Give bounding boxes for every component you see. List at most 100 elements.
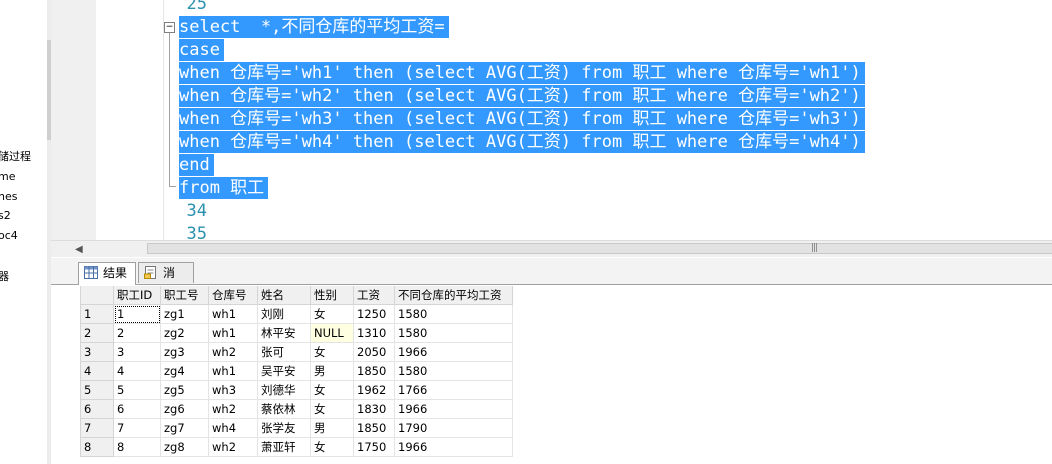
grid-cell[interactable]: 1850 bbox=[353, 418, 395, 438]
grid-cell[interactable]: wh1 bbox=[208, 304, 258, 324]
grid-cell[interactable]: zg7 bbox=[160, 418, 209, 438]
explorer-item-me[interactable]: me bbox=[0, 170, 15, 183]
grid-cell[interactable]: 1966 bbox=[394, 399, 513, 419]
column-header[interactable]: 职工ID bbox=[113, 286, 161, 305]
grid-cell[interactable]: 1790 bbox=[394, 418, 513, 438]
grid-cell[interactable]: 1580 bbox=[394, 323, 513, 343]
grid-cell[interactable]: zg2 bbox=[160, 323, 209, 343]
grid-cell[interactable]: zg5 bbox=[160, 380, 209, 400]
grid-cell[interactable]: 刘德华 bbox=[257, 380, 311, 400]
grid-cell[interactable]: 1962 bbox=[353, 380, 395, 400]
explorer-item-triggers[interactable]: 器 bbox=[0, 268, 9, 284]
grid-cell[interactable]: 1250 bbox=[353, 304, 395, 324]
grid-cell[interactable]: 1966 bbox=[394, 437, 513, 457]
explorer-item-oc4[interactable]: oc4 bbox=[0, 229, 18, 242]
code-line-28[interactable]: when 仓库号='wh1' then (select AVG(工资) from… bbox=[179, 62, 865, 84]
grid-cell[interactable]: 1750 bbox=[353, 437, 395, 457]
grid-cell[interactable]: 张可 bbox=[257, 342, 311, 362]
table-row[interactable]: 7 7 zg7 wh4 张学友 男 1850 1790 bbox=[80, 418, 513, 438]
grid-cell[interactable]: 林平安 bbox=[257, 323, 311, 343]
grid-cell[interactable]: 蔡依林 bbox=[257, 399, 311, 419]
explorer-item-nes[interactable]: nes bbox=[0, 190, 17, 203]
scrollbar-thumb[interactable] bbox=[147, 243, 1052, 254]
row-number[interactable]: 6 bbox=[80, 399, 114, 419]
row-number[interactable]: 4 bbox=[80, 361, 114, 381]
grid-cell[interactable]: 5 bbox=[113, 380, 161, 400]
row-number[interactable]: 3 bbox=[80, 342, 114, 362]
grid-cell[interactable]: wh4 bbox=[208, 418, 258, 438]
tab-messages[interactable]: 消息 bbox=[138, 262, 194, 300]
grid-cell[interactable]: 刘刚 bbox=[257, 304, 311, 324]
grid-cell[interactable]: 吴平安 bbox=[257, 361, 311, 381]
table-row[interactable]: 6 6 zg6 wh2 蔡依林 女 1830 1966 bbox=[80, 399, 513, 419]
grid-cell[interactable]: 1 bbox=[113, 304, 161, 324]
grid-cell[interactable]: 1766 bbox=[394, 380, 513, 400]
column-header[interactable]: 职工号 bbox=[160, 286, 209, 305]
grid-cell[interactable]: zg8 bbox=[160, 437, 209, 457]
row-number[interactable]: 2 bbox=[80, 323, 114, 343]
grid-cell[interactable]: 1310 bbox=[353, 323, 395, 343]
grid-cell[interactable]: 7 bbox=[113, 418, 161, 438]
code-line-31[interactable]: when 仓库号='wh4' then (select AVG(工资) from… bbox=[179, 131, 865, 153]
grid-cell[interactable]: wh1 bbox=[208, 323, 258, 343]
table-row[interactable]: 5 5 zg5 wh3 刘德华 女 1962 1766 bbox=[80, 380, 513, 400]
column-header[interactable]: 性别 bbox=[310, 286, 354, 305]
grid-cell[interactable]: 2050 bbox=[353, 342, 395, 362]
explorer-item-s2[interactable]: s2 bbox=[0, 209, 11, 222]
grid-cell[interactable]: 8 bbox=[113, 437, 161, 457]
row-number[interactable]: 7 bbox=[80, 418, 114, 438]
editor-horizontal-scrollbar[interactable]: ◀ ||| bbox=[51, 240, 1052, 257]
table-row[interactable]: 3 3 zg3 wh2 张可 女 2050 1966 bbox=[80, 342, 513, 362]
grid-cell[interactable]: 4 bbox=[113, 361, 161, 381]
grid-cell[interactable]: 张学友 bbox=[257, 418, 311, 438]
grid-cell-null[interactable]: NULL bbox=[310, 323, 354, 343]
grid-cell[interactable]: 男 bbox=[310, 361, 354, 381]
code-line-29[interactable]: when 仓库号='wh2' then (select AVG(工资) from… bbox=[179, 85, 865, 107]
grid-cell[interactable]: wh2 bbox=[208, 342, 258, 362]
code-line-27[interactable]: case bbox=[179, 39, 224, 61]
grid-cell[interactable]: 男 bbox=[310, 418, 354, 438]
column-header[interactable]: 不同仓库的平均工资 bbox=[394, 286, 513, 305]
grid-cell[interactable]: wh2 bbox=[208, 437, 258, 457]
grid-cell[interactable]: 1830 bbox=[353, 399, 395, 419]
grid-cell[interactable]: 女 bbox=[310, 342, 354, 362]
table-row[interactable]: 2 2 zg2 wh1 林平安 NULL 1310 1580 bbox=[80, 323, 513, 343]
grid-cell[interactable]: 2 bbox=[113, 323, 161, 343]
table-row[interactable]: 1 1 zg1 wh1 刘刚 女 1250 1580 bbox=[80, 304, 513, 324]
code-line-33[interactable]: from 职工 bbox=[179, 177, 269, 199]
code-line-30[interactable]: when 仓库号='wh3' then (select AVG(工资) from… bbox=[179, 108, 865, 130]
grid-cell[interactable]: 萧亚轩 bbox=[257, 437, 311, 457]
grid-cell[interactable]: 1580 bbox=[394, 304, 513, 324]
row-number[interactable]: 8 bbox=[80, 437, 114, 457]
grid-cell[interactable]: zg3 bbox=[160, 342, 209, 362]
grid-cell[interactable]: 1850 bbox=[353, 361, 395, 381]
grid-cell[interactable]: zg1 bbox=[160, 304, 209, 324]
row-number-header[interactable] bbox=[80, 286, 114, 305]
grid-cell[interactable]: wh2 bbox=[208, 399, 258, 419]
code-line-26[interactable]: select *,不同仓库的平均工资= bbox=[179, 16, 449, 38]
row-number[interactable]: 5 bbox=[80, 380, 114, 400]
collapse-region-icon[interactable]: − bbox=[164, 22, 175, 33]
sql-editor[interactable]: 25 26 27 28 29 30 31 32 33 34 35 − selec… bbox=[51, 0, 1052, 240]
scroll-left-arrow-icon[interactable]: ◀ bbox=[75, 244, 83, 255]
code-line-32[interactable]: end bbox=[179, 154, 214, 176]
grid-cell[interactable]: wh3 bbox=[208, 380, 258, 400]
row-number[interactable]: 1 bbox=[80, 304, 114, 324]
grid-cell[interactable]: 女 bbox=[310, 304, 354, 324]
table-row[interactable]: 8 8 zg8 wh2 萧亚轩 女 1750 1966 bbox=[80, 437, 513, 457]
grid-cell[interactable]: 1580 bbox=[394, 361, 513, 381]
grid-cell[interactable]: zg6 bbox=[160, 399, 209, 419]
grid-cell[interactable]: wh1 bbox=[208, 361, 258, 381]
grid-cell[interactable]: 3 bbox=[113, 342, 161, 362]
grid-cell[interactable]: 1966 bbox=[394, 342, 513, 362]
explorer-item-procedures[interactable]: 储过程 bbox=[0, 148, 31, 164]
tab-results[interactable]: 结果 bbox=[78, 262, 136, 285]
grid-cell[interactable]: zg4 bbox=[160, 361, 209, 381]
column-header[interactable]: 姓名 bbox=[257, 286, 311, 305]
column-header[interactable]: 工资 bbox=[353, 286, 395, 305]
grid-cell[interactable]: 6 bbox=[113, 399, 161, 419]
grid-cell[interactable]: 女 bbox=[310, 399, 354, 419]
column-header[interactable]: 仓库号 bbox=[208, 286, 258, 305]
grid-cell[interactable]: 女 bbox=[310, 380, 354, 400]
table-row[interactable]: 4 4 zg4 wh1 吴平安 男 1850 1580 bbox=[80, 361, 513, 381]
